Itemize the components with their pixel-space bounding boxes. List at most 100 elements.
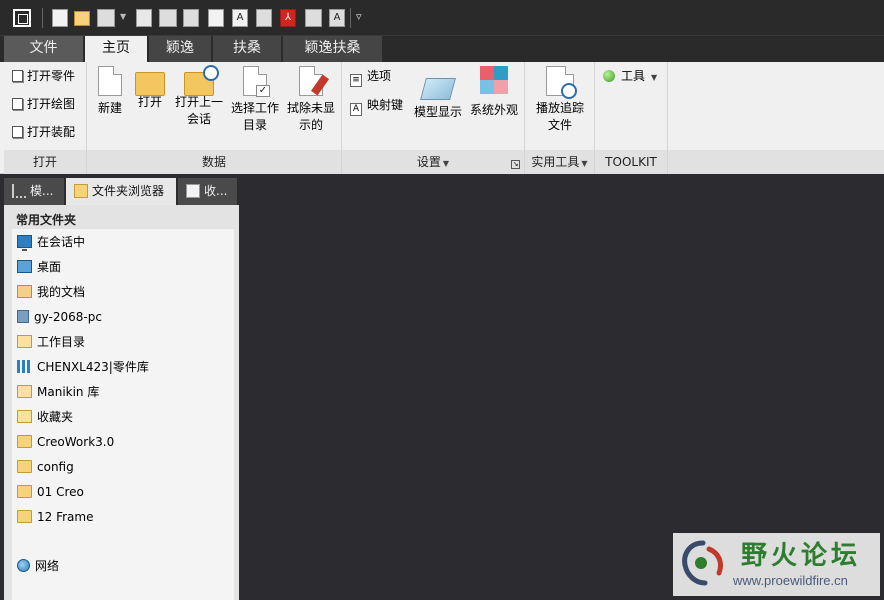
- eraser-icon: [310, 74, 330, 96]
- new-doc-icon: [98, 66, 122, 96]
- folder-item-part-library[interactable]: CHENXL423|零件库: [17, 357, 149, 377]
- tab-yingyi[interactable]: 颖逸: [149, 36, 212, 62]
- open-label: 打开: [137, 95, 162, 109]
- chevron-down-icon[interactable]: ▼: [443, 159, 449, 168]
- playback-trail-label-2: 文件: [547, 118, 572, 132]
- save-copy-icon[interactable]: [256, 9, 272, 27]
- select-working-dir-button[interactable]: ✓ 选择工作 目录: [227, 66, 283, 134]
- clock-icon: [203, 65, 219, 81]
- monitor-icon: [17, 235, 32, 251]
- network-icon: [17, 559, 30, 572]
- tab-model-tree[interactable]: 模...: [4, 178, 64, 205]
- tools-icon: [603, 70, 615, 82]
- model-display-label: 模型显示: [413, 105, 462, 119]
- dialog-launcher-icon[interactable]: ↘: [511, 160, 520, 169]
- folder-item-computer[interactable]: gy-2068-pc: [17, 307, 102, 327]
- ribbon-label-bar: [668, 150, 884, 174]
- new-button[interactable]: 新建: [93, 66, 127, 117]
- options-button[interactable]: ≡ 选项: [350, 66, 391, 87]
- text-a-icon[interactable]: A: [232, 9, 248, 27]
- monitor-icon[interactable]: [159, 9, 177, 27]
- part-icon: [12, 70, 23, 82]
- playback-trail-label-1: 播放追踪: [535, 101, 584, 115]
- folder-panel: 常用文件夹 在会话中 桌面 我的文档 gy-2068-pc 工作目录 CHENX…: [4, 205, 239, 600]
- system-appearance-label: 系统外观: [469, 103, 518, 117]
- model-display-button[interactable]: 模型显示: [410, 66, 466, 121]
- folder-icon: [17, 435, 32, 448]
- erase-not-displayed-label-1: 拭除未显: [286, 101, 335, 115]
- utilities-group-label[interactable]: 实用工具 ▼: [525, 150, 594, 174]
- font-doc-icon[interactable]: A: [329, 9, 345, 27]
- tab-file[interactable]: 文件: [4, 36, 84, 62]
- favorites-icon: [17, 410, 32, 423]
- customize-toolbar-icon[interactable]: ▿: [356, 10, 362, 23]
- folder-icon: [17, 510, 32, 523]
- open-drawing-label: 打开绘图: [27, 97, 76, 111]
- edit-file-icon[interactable]: [136, 9, 152, 27]
- common-folders-title: 常用文件夹: [16, 213, 77, 227]
- open-part-button[interactable]: 打开零件: [12, 66, 75, 86]
- mapkeys-label: 映射键: [367, 98, 404, 112]
- tab-yingyi-fusang[interactable]: 颖逸扶桑: [283, 36, 383, 62]
- open-drawing-button[interactable]: 打开绘图: [12, 94, 75, 114]
- tab-favorites[interactable]: 收...: [178, 178, 237, 205]
- open-group: 打开零件 打开绘图 打开装配 打开: [4, 62, 87, 174]
- folder-item-working-dir[interactable]: 工作目录: [17, 332, 85, 352]
- options-icon: ≡: [350, 74, 362, 87]
- select-working-dir-label-2: 目录: [242, 118, 267, 132]
- documents-icon: [17, 285, 32, 298]
- erase-icon: [299, 66, 330, 96]
- folder-item-manikin-library[interactable]: Manikin 库: [17, 382, 99, 402]
- open-assembly-button[interactable]: 打开装配: [12, 122, 75, 142]
- playback-trail-button[interactable]: 播放追踪 文件: [529, 66, 591, 134]
- open-folder-icon[interactable]: [74, 11, 90, 26]
- playback-trail-icon: [546, 66, 577, 99]
- folder-item-12-frame[interactable]: 12 Frame: [17, 507, 93, 527]
- mapkeys-button[interactable]: A 映射键: [350, 95, 404, 116]
- system-appearance-button[interactable]: 系统外观: [466, 66, 522, 119]
- settings-icon[interactable]: [183, 9, 199, 27]
- library-icon: [17, 360, 32, 373]
- ribbon-tabs: 文件 主页 颖逸 扶桑 颖逸扶桑: [0, 36, 884, 62]
- tools-button[interactable]: 工具 ▼: [603, 66, 657, 86]
- tab-folder-browser[interactable]: 文件夹浏览器: [66, 178, 176, 205]
- folder-item-desktop[interactable]: 桌面: [17, 257, 61, 277]
- toolbar-separator: [42, 8, 43, 28]
- tab-fusang[interactable]: 扶桑: [213, 36, 282, 62]
- open-last-session-button[interactable]: 打开上一 会话: [171, 65, 227, 128]
- grid-doc-icon[interactable]: [305, 9, 322, 27]
- settings-group: ≡ 选项 A 映射键 模型显示 系统外观 设置 ▼ ↘: [342, 62, 525, 174]
- toolkit-group: 工具 ▼ TOOLKIT: [595, 62, 668, 174]
- folder-item-in-session[interactable]: 在会话中: [17, 232, 85, 252]
- settings-group-label[interactable]: 设置 ▼: [342, 150, 524, 174]
- assembly-icon: [12, 126, 23, 138]
- new-file-icon[interactable]: [52, 9, 68, 27]
- folder-item-network[interactable]: 网络: [17, 556, 59, 576]
- folder-item-favorites[interactable]: 收藏夹: [17, 407, 73, 427]
- folder-item-config[interactable]: config: [17, 457, 74, 477]
- app-menu-icon[interactable]: [13, 9, 31, 27]
- chevron-down-icon[interactable]: ▼: [581, 159, 587, 168]
- folder-item-creowork[interactable]: CreoWork3.0: [17, 432, 114, 452]
- erase-not-displayed-button[interactable]: 拭除未显 示的: [283, 66, 339, 134]
- utilities-group: 播放追踪 文件 实用工具 ▼: [525, 62, 595, 174]
- folder-item-01-creo[interactable]: 01 Creo: [17, 482, 84, 502]
- open-group-label: 打开: [4, 150, 86, 174]
- pdf-icon[interactable]: ⅄: [280, 9, 296, 27]
- open-button[interactable]: 打开: [131, 66, 169, 111]
- tab-home[interactable]: 主页: [85, 36, 148, 62]
- tools-label: 工具: [621, 69, 646, 83]
- chevron-down-icon[interactable]: ▼: [120, 12, 126, 21]
- folder-icon: [17, 460, 32, 473]
- windows-icon[interactable]: [97, 9, 115, 27]
- tree-icon: [12, 184, 26, 198]
- appearance-icon: [480, 66, 508, 94]
- drawing-icon: [12, 98, 23, 110]
- watermark: 野火论坛 www.proewildfire.cn: [673, 533, 880, 596]
- computer-icon: [17, 310, 29, 323]
- working-dir-icon: [17, 335, 32, 348]
- list-doc-icon[interactable]: [208, 9, 224, 27]
- toolkit-group-label: TOOLKIT: [595, 150, 667, 174]
- folder-list: 在会话中 桌面 我的文档 gy-2068-pc 工作目录 CHENXL423|零…: [12, 229, 234, 600]
- folder-item-my-documents[interactable]: 我的文档: [17, 282, 85, 302]
